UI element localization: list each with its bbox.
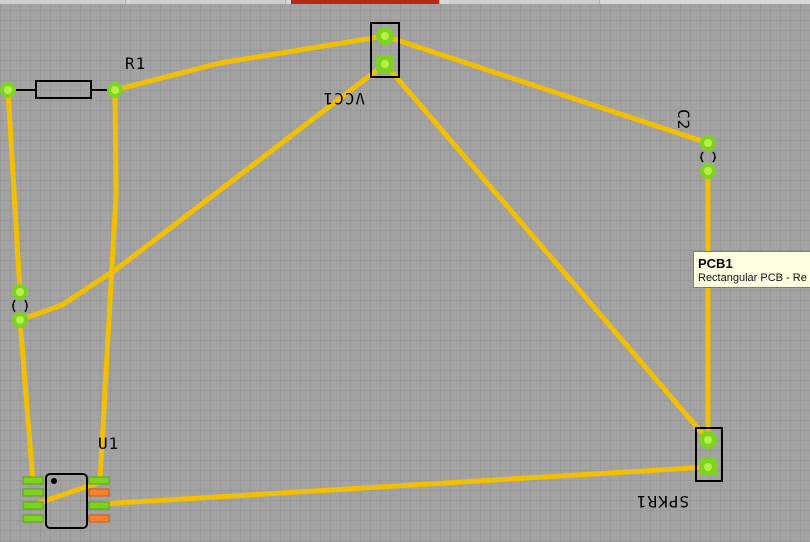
trace-c1-u1[interactable]	[17, 317, 36, 485]
pcb-layout[interactable]: R1 VCC1 C2 U1 SPKR1	[0, 0, 810, 542]
trace-u1-spkr1[interactable]	[97, 464, 711, 507]
u1-left-pads[interactable]	[22, 476, 44, 523]
capacitor-c2[interactable]	[700, 151, 716, 163]
pad-c1-2[interactable]	[12, 312, 28, 328]
ic-u1[interactable]	[22, 473, 110, 529]
tooltip-description: Rectangular PCB - Re	[698, 272, 807, 284]
trace-vcc1-spkr1[interactable]	[382, 61, 711, 443]
pad-spkr1-1[interactable]	[699, 431, 717, 449]
u1-pin1-marker	[51, 478, 57, 484]
resistor-r1[interactable]	[8, 80, 115, 99]
trace-r1-u1[interactable]	[97, 87, 119, 483]
trace-vcc1-c2[interactable]	[382, 33, 711, 146]
tooltip-title: PCB1	[698, 256, 733, 271]
capacitor-c1[interactable]	[12, 299, 28, 313]
label-u1: U1	[98, 434, 119, 453]
pad-r1-left[interactable]	[0, 82, 16, 98]
component-tooltip: PCB1 Rectangular PCB - Re	[693, 251, 810, 288]
label-vcc1: VCC1	[322, 89, 365, 108]
label-c2: C2	[674, 109, 693, 130]
pad-c2-2[interactable]	[700, 163, 716, 179]
label-spkr1: SPKR1	[636, 492, 689, 511]
pad-c1-1[interactable]	[12, 284, 28, 300]
u1-right-pads[interactable]	[88, 476, 110, 523]
pad-c2-1[interactable]	[700, 135, 716, 151]
label-r1: R1	[125, 54, 146, 73]
pad-vcc1-1[interactable]	[376, 27, 394, 45]
pad-vcc1-2[interactable]	[376, 55, 394, 73]
pad-spkr1-2[interactable]	[699, 458, 717, 476]
pad-r1-right[interactable]	[107, 82, 123, 98]
trace-r1left-c1[interactable]	[5, 87, 23, 295]
trace-r1-vcc1[interactable]	[112, 33, 388, 93]
